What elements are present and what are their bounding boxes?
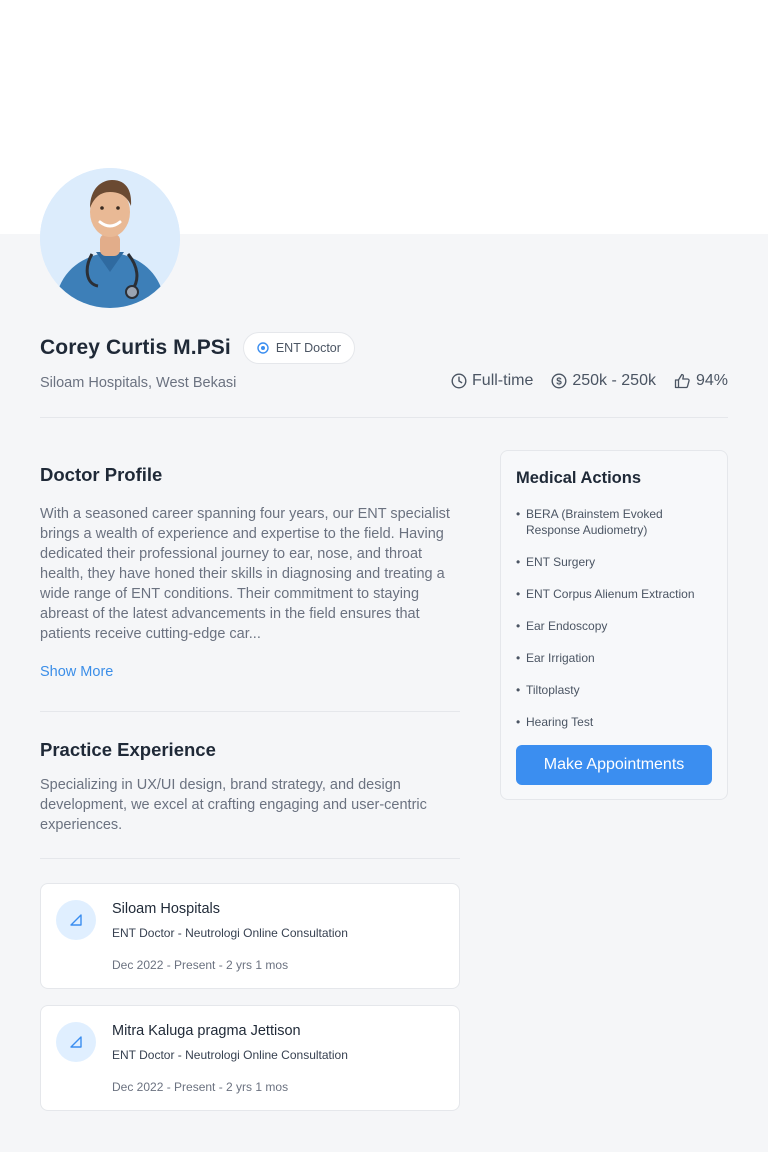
experience-dates: Dec 2022 - Present - 2 yrs 1 mos xyxy=(112,958,289,972)
practice-experience-title: Practice Experience xyxy=(40,739,216,760)
doctor-profile-title: Doctor Profile xyxy=(40,464,163,485)
profile-divider xyxy=(40,711,460,712)
doctor-stats: Full-time $ 250k - 250k 94% xyxy=(451,372,728,390)
practice-experience-text: Specializing in UX/UI design, brand stra… xyxy=(40,777,427,833)
fee-stat: $ 250k - 250k xyxy=(551,372,656,390)
svg-text:$: $ xyxy=(557,377,563,388)
medical-action-item: Ear Endoscopy xyxy=(516,618,716,634)
experience-icon-wrap xyxy=(56,900,96,940)
doctor-portrait-image xyxy=(40,168,180,308)
thumbs-up-icon xyxy=(674,373,690,389)
medical-action-item: Tiltoplasty xyxy=(516,682,716,698)
make-appointments-button[interactable]: Make Appointments xyxy=(516,745,712,785)
doctor-name: Corey Curtis M.PSi xyxy=(40,336,231,359)
medical-action-item: BERA (Brainstem Evoked Response Audiomet… xyxy=(516,506,716,538)
experience-title: Siloam Hospitals xyxy=(112,901,220,917)
doctor-profile-text: With a seasoned career spanning four yea… xyxy=(40,506,450,642)
experience-card[interactable]: Mitra Kaluga pragma Jettison ENT Doctor … xyxy=(40,1005,460,1111)
medical-actions-card: Medical Actions BERA (Brainstem Evoked R… xyxy=(500,450,728,800)
header-divider xyxy=(40,417,728,418)
medical-action-item: ENT Surgery xyxy=(516,554,716,570)
medical-action-item: Hearing Test xyxy=(516,714,716,730)
experience-dates: Dec 2022 - Present - 2 yrs 1 mos xyxy=(112,1080,289,1094)
specialty-badge-label: ENT Doctor xyxy=(275,341,341,355)
stethoscope-badge-icon xyxy=(257,342,269,354)
experience-icon xyxy=(70,1036,82,1048)
experience-icon xyxy=(70,914,82,926)
name-row: Corey Curtis M.PSi ENT Doctor xyxy=(40,332,355,364)
medical-action-item: ENT Corpus Alienum Extraction xyxy=(516,586,716,602)
experience-divider xyxy=(40,858,460,859)
dollar-icon: $ xyxy=(551,373,567,389)
specialty-badge: ENT Doctor xyxy=(242,332,355,364)
show-more-link[interactable]: Show More xyxy=(40,664,113,680)
fee-value: 250k - 250k xyxy=(572,372,656,389)
experience-title: Mitra Kaluga pragma Jettison xyxy=(112,1023,301,1039)
medical-action-item: Ear Irrigation xyxy=(516,650,716,666)
experience-role: ENT Doctor - Neutrologi Online Consultat… xyxy=(112,1048,348,1062)
doctor-avatar xyxy=(40,168,180,308)
rating-stat: 94% xyxy=(674,372,728,390)
rating-value: 94% xyxy=(695,372,728,389)
employment-value: Full-time xyxy=(472,372,534,389)
experience-role: ENT Doctor - Neutrologi Online Consultat… xyxy=(112,926,348,940)
medical-actions-title: Medical Actions xyxy=(516,469,641,487)
experience-card[interactable]: Siloam Hospitals ENT Doctor - Neutrologi… xyxy=(40,883,460,989)
employment-stat: Full-time xyxy=(451,372,533,390)
experience-icon-wrap xyxy=(56,1022,96,1062)
hospital-location: Siloam Hospitals, West Bekasi xyxy=(40,375,237,391)
clock-icon xyxy=(451,373,467,389)
